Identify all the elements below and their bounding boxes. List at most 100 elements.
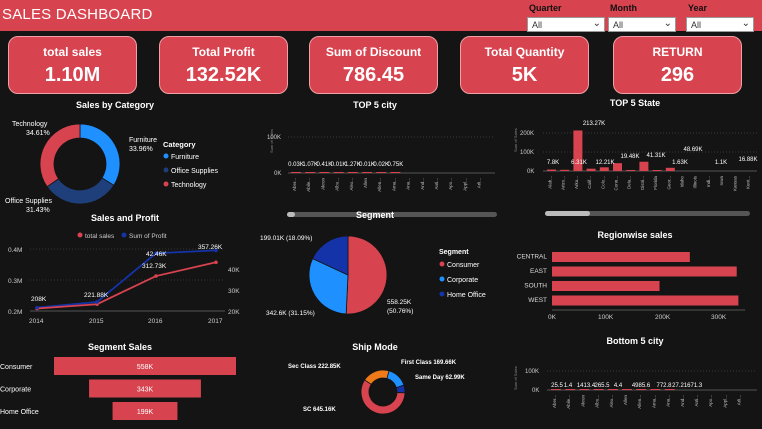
y-axis-label: Sum of Sales (513, 366, 518, 390)
segment-pie-chart: 199.01K (18.09%) 342.6K (31.15%) 558.25K… (260, 235, 486, 317)
legend-corporate[interactable]: Corporate (447, 277, 478, 284)
point-label: 312.73K (142, 263, 167, 270)
ytick: 200K (520, 131, 534, 137)
category-tick: Ama... (391, 178, 396, 191)
legend-consumer[interactable]: Consumer (447, 262, 480, 269)
xtick: 2015 (89, 318, 104, 325)
scroll-thumb[interactable] (545, 211, 590, 216)
sales-profit-chart: total sales Sum of Profit 0.4M 0.3M 0.2M… (8, 232, 240, 325)
bar (333, 172, 344, 173)
year-select[interactable]: All ⌄ (686, 17, 754, 32)
category-tick: Akron (320, 178, 325, 190)
bar-label: 1413.4 (577, 383, 596, 389)
category-tick: Allen (363, 178, 368, 189)
label-same-day: Same Day 62.99K (415, 375, 465, 381)
legend-dot-home-office (439, 291, 445, 297)
scroll-thumb[interactable] (287, 212, 295, 217)
category-tick: Calif... (587, 176, 592, 189)
category-tick: Conn... (614, 176, 619, 191)
ship-mode-donut: Sec Class 222.85K First Class 169.66K Sa… (288, 360, 465, 415)
category-tick: Anti... (694, 395, 699, 407)
bar (599, 167, 609, 171)
legend-home-office[interactable]: Home Office (447, 292, 486, 299)
segment-title: Segment (355, 210, 394, 220)
ytick: 0K (274, 171, 281, 177)
category-tick: Arka... (574, 176, 579, 189)
slice-consumer (345, 235, 388, 315)
point-label: 208K (31, 296, 47, 303)
label-corporate: 342.6K (31.15%) (266, 310, 315, 317)
bar-label: 213.27K (583, 121, 605, 127)
bottom5city-title: Bottom 5 city (606, 336, 664, 346)
legend-sum-profit[interactable]: Sum of Profit (129, 233, 167, 240)
legend-total-sales[interactable]: total sales (85, 233, 115, 240)
top5state-chart: Sum of Sales 200K 100K 0K Alab... Arizo..… (513, 121, 758, 191)
label-home-office: 199.01K (18.09%) (260, 235, 312, 242)
quarter-select[interactable]: All ⌄ (527, 17, 605, 32)
filter-quarter[interactable]: Quarter All ⌄ (527, 0, 605, 34)
legend-dot-technology (163, 181, 169, 187)
bar-label: 0.75K (388, 162, 404, 168)
bar-label: 1.1K (715, 160, 727, 166)
region-label: WEST (528, 297, 547, 304)
label-office-pct: 31.43% (26, 207, 50, 214)
label-sec-class: Sec Class 222.85K (288, 364, 341, 370)
bar-label: 1671.3 (684, 383, 703, 389)
bar (565, 389, 576, 390)
chevron-down-icon: ⌄ (663, 18, 672, 29)
category-tick: Alex... (609, 395, 614, 408)
bar-label: 19.48K (620, 154, 639, 160)
top5city-chart: Sum of Sales 100K 0K Aber... Abile... Akro… (267, 129, 495, 192)
bar (552, 295, 739, 306)
category-donut-chart: Technology 34.61% Furniture 33.96% Offic… (5, 121, 218, 214)
bar (347, 172, 358, 173)
category-tick: Allen... (377, 178, 382, 192)
slice-furniture (79, 123, 121, 186)
top5state-scrollbar[interactable] (545, 211, 750, 216)
month-select[interactable]: All ⌄ (608, 17, 676, 32)
bar (626, 170, 636, 171)
bar-label: 772.8 (656, 383, 672, 389)
bar (551, 389, 561, 390)
category-tick: Geor... (666, 176, 671, 190)
ytick-right: 20K (228, 309, 240, 316)
segment-legend-title: Segment (439, 249, 469, 256)
category-tick: And... (420, 178, 425, 190)
y-axis-label: Sum of Sales (269, 129, 274, 153)
y-axis-label: Sum of Sales (513, 128, 518, 152)
bar-label: 1.63K (672, 160, 688, 166)
category-tick: Kansas (732, 175, 737, 191)
legend-technology[interactable]: Technology (171, 182, 207, 189)
bar-label: 27.2 (672, 383, 684, 389)
segment-sales-title: Segment Sales (87, 342, 153, 352)
ytick-right: 40K (228, 267, 240, 274)
legend-dot-furniture (163, 153, 169, 159)
ytick: 100K (520, 150, 534, 156)
category-tick: Albu... (335, 178, 340, 191)
category-tick: Idaho (680, 176, 685, 188)
legend-office-supplies[interactable]: Office Supplies (171, 168, 218, 175)
ytick: 0K (527, 169, 534, 175)
legend-furniture[interactable]: Furniture (171, 154, 199, 161)
bar (552, 266, 737, 277)
bar-label: 12.21K (595, 160, 614, 166)
category-tick: Abile... (306, 178, 311, 192)
point-sum-of-profit (35, 305, 39, 310)
bar (362, 172, 372, 173)
line-total-sales (36, 261, 217, 310)
bar (593, 389, 604, 390)
point-total-sales (154, 274, 158, 278)
category-tick: Ana... (406, 178, 411, 190)
filter-month[interactable]: Month All ⌄ (608, 0, 676, 34)
category-tick: Appl... (462, 178, 467, 191)
bar (552, 281, 660, 291)
bar (579, 389, 590, 390)
filter-year[interactable]: Year All ⌄ (686, 0, 754, 34)
bar (622, 389, 632, 390)
ytick: 100K (525, 369, 539, 375)
segment-sales-funnel: Consumer 558K Corporate 343K Home Office 199K (0, 357, 236, 420)
point-label: 221.88K (84, 292, 109, 299)
ytick-left: 0.3M (8, 278, 22, 285)
region-label: EAST (530, 268, 547, 275)
xtick: 2016 (148, 318, 163, 325)
